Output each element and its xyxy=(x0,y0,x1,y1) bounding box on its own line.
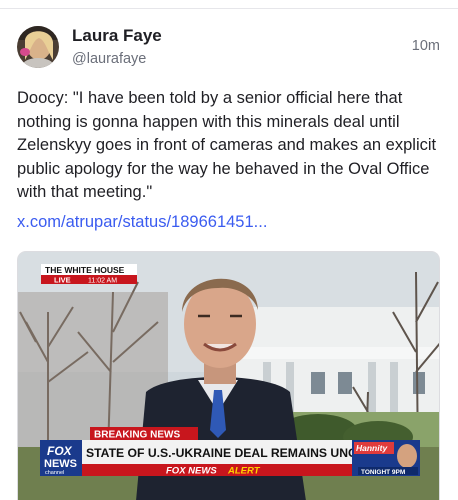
time-label: 11:02 AM xyxy=(88,278,117,285)
network-top: FOX xyxy=(47,444,73,458)
top-divider xyxy=(0,8,458,9)
location-bug: THE WHITE HOUSE LIVE 11:02 AM xyxy=(41,264,137,285)
promo-time: TONIGHT 9PM xyxy=(361,469,405,476)
network-sub: channel xyxy=(45,470,64,476)
alert-brand: FOX NEWS xyxy=(166,466,217,477)
location-label: THE WHITE HOUSE xyxy=(45,265,125,275)
post-link[interactable]: x.com/atrupar/status/189661451... xyxy=(17,211,267,234)
avatar-photo xyxy=(17,26,59,68)
author-handle[interactable]: @laurafaye xyxy=(72,50,162,68)
network-bottom: NEWS xyxy=(44,458,77,470)
breaking-label: BREAKING NEWS xyxy=(94,430,180,441)
author-name[interactable]: Laura Faye xyxy=(72,26,162,46)
live-label: LIVE xyxy=(54,276,71,285)
news-video-frame: THE WHITE HOUSE LIVE 11:02 AM BREAKING N… xyxy=(18,252,439,500)
author-block: Laura Faye @laurafaye xyxy=(72,26,162,68)
media-image[interactable]: THE WHITE HOUSE LIVE 11:02 AM BREAKING N… xyxy=(17,251,440,500)
post-timestamp[interactable]: 10m xyxy=(412,38,440,54)
alert-word: ALERT xyxy=(227,466,261,477)
promo-show: Hannity xyxy=(356,443,388,453)
avatar[interactable] xyxy=(17,26,59,68)
post-text: Doocy: "I have been told by a senior off… xyxy=(17,89,437,201)
